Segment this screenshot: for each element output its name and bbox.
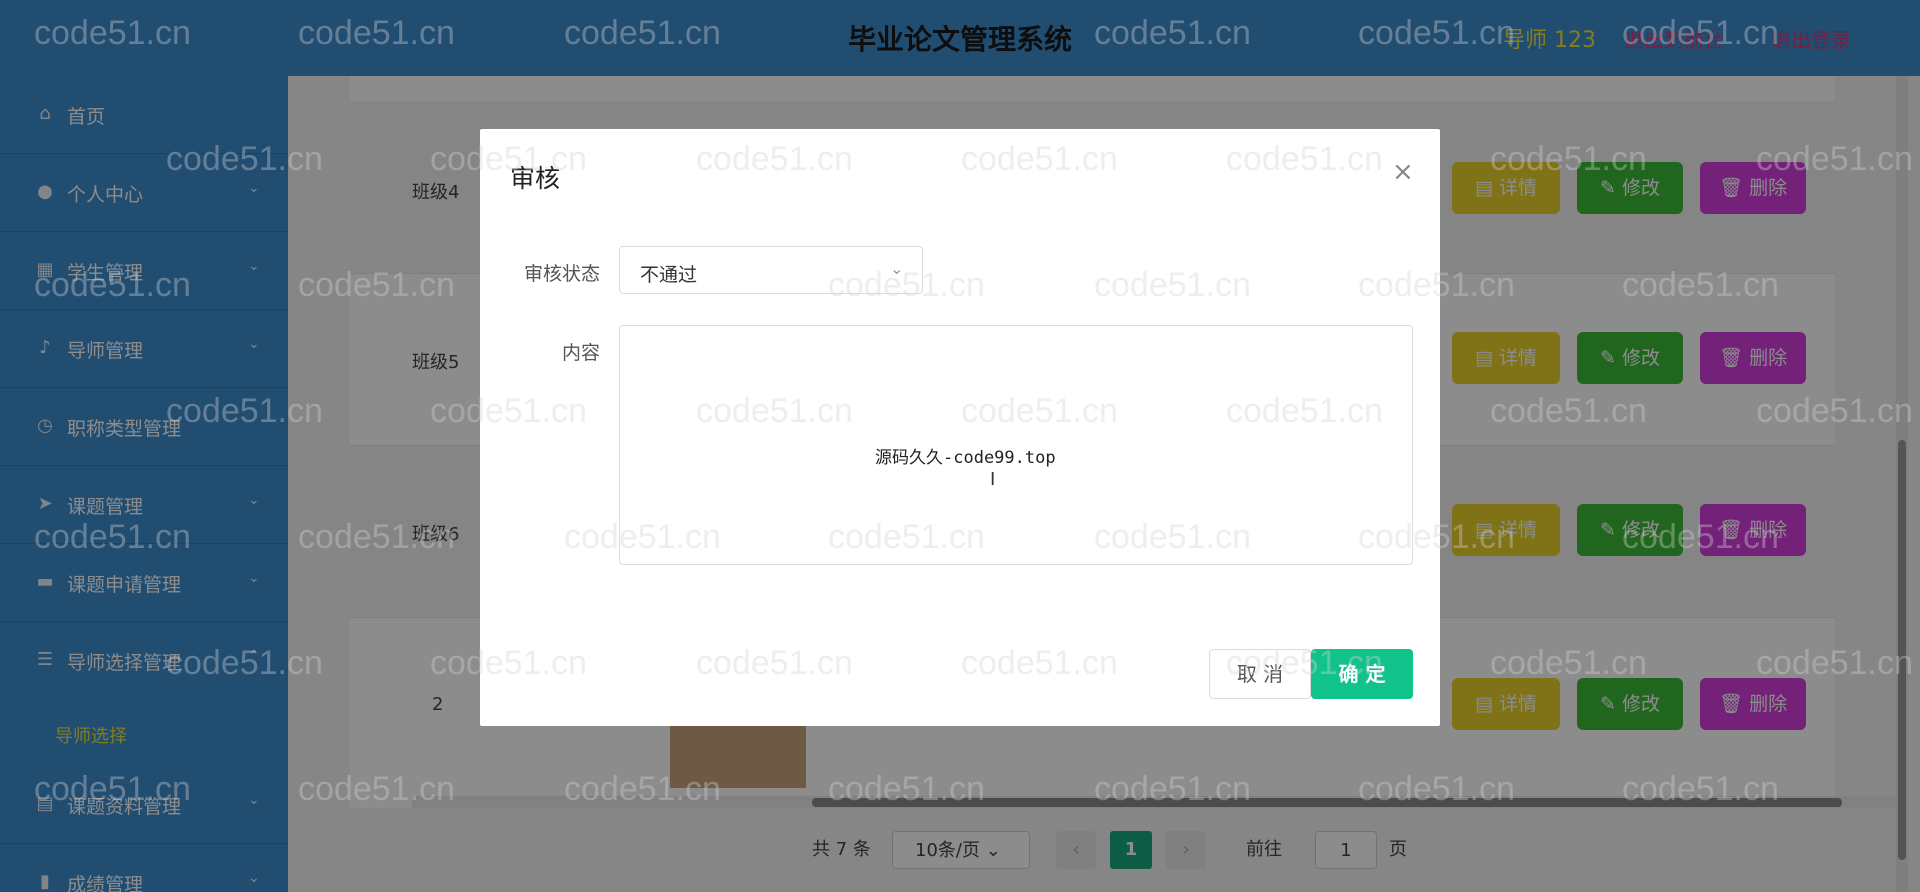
content-text: 源码久久-code99.top: [875, 448, 1056, 468]
review-dialog: 审核 × 审核状态 不通过 ⌄ 内容 源码久久-code99.top I 取 消…: [480, 129, 1440, 726]
confirm-button[interactable]: 确 定: [1311, 649, 1413, 699]
status-select[interactable]: 不通过 ⌄: [619, 246, 923, 294]
text-cursor-icon: I: [990, 469, 996, 490]
dialog-title: 审核: [510, 164, 561, 193]
cancel-button[interactable]: 取 消: [1209, 649, 1311, 699]
status-select-value: 不通过: [640, 264, 698, 286]
content-label: 内容: [562, 342, 601, 364]
close-icon[interactable]: ×: [1392, 157, 1414, 187]
chevron-down-icon: ⌄: [890, 259, 904, 278]
status-label: 审核状态: [524, 263, 601, 285]
content-textarea[interactable]: 源码久久-code99.top I: [619, 325, 1413, 565]
